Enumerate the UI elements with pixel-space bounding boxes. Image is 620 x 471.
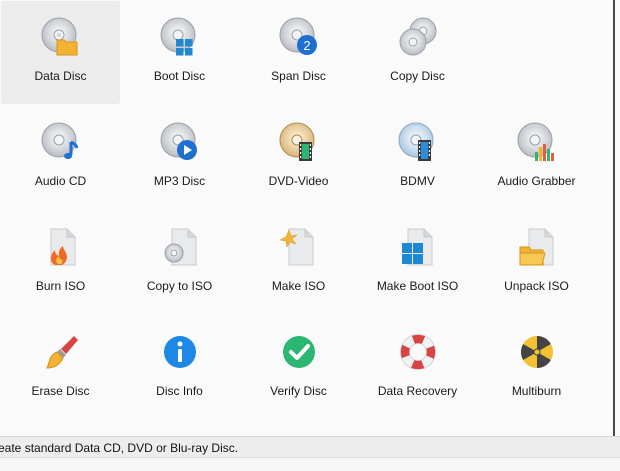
tile-label: Burn ISO [35,279,86,293]
tile-dvd-video[interactable]: DVD-Video [239,106,358,209]
multiburn-icon [517,332,557,372]
boot-disc-icon [160,17,200,57]
tile-label: Data Disc [34,69,87,83]
mp3-disc-icon [160,122,200,162]
tile-label: DVD-Video [268,174,329,188]
bdmv-icon [398,122,438,162]
tile-burn-iso[interactable]: Burn ISO [1,211,120,314]
disc-info-icon [160,332,200,372]
status-bar: eate standard Data CD, DVD or Blu-ray Di… [0,436,620,471]
tile-span-disc[interactable]: 2 Span Disc [239,1,358,104]
audio-grabber-icon [517,122,557,162]
tile-label: Verify Disc [270,384,327,398]
tile-data-disc[interactable]: Data Disc [1,1,120,104]
task-grid: Data Disc Boot Disc 2 Span Disc Copy Dis… [0,0,612,436]
tile-audio-grabber[interactable]: Audio Grabber [477,106,596,209]
tile-disc-info[interactable]: Disc Info [120,316,239,419]
unpack-iso-icon [517,227,557,267]
tile-unpack-iso[interactable]: Unpack ISO [477,211,596,314]
tile-label: Span Disc [271,69,326,83]
tile-boot-disc[interactable]: Boot Disc [120,1,239,104]
data-recovery-icon [398,332,438,372]
tile-multiburn[interactable]: Multiburn [477,316,596,419]
tile-make-boot-iso[interactable]: Make Boot ISO [358,211,477,314]
tile-label: Copy Disc [390,69,445,83]
tile-label: Erase Disc [31,384,90,398]
vertical-scrollbar-edge[interactable] [613,0,620,436]
tile-label: Multiburn [511,384,562,398]
copy-disc-icon [398,17,438,57]
make-iso-icon [278,227,319,267]
tile-label: Make Boot ISO [376,279,459,293]
tile-label: Data Recovery [377,384,458,398]
tile-label: Make ISO [271,279,326,293]
tile-copy-to-iso[interactable]: Copy to ISO [120,211,239,314]
make-boot-iso-icon [398,227,438,267]
tile-label: MP3 Disc [153,174,206,188]
tile-copy-disc[interactable]: Copy Disc [358,1,477,104]
tile-verify-disc[interactable]: Verify Disc [239,316,358,419]
tile-label: Audio CD [34,174,87,188]
dvd-video-icon [279,122,319,162]
burn-iso-icon [41,227,81,267]
tile-mp3-disc[interactable]: MP3 Disc [120,106,239,209]
tile-label: Disc Info [156,384,203,398]
tile-label: Audio Grabber [497,174,576,188]
verify-disc-icon [279,332,319,372]
tile-label: Copy to ISO [146,279,213,293]
tile-bdmv[interactable]: BDMV [358,106,477,209]
copy-to-iso-icon [160,227,200,267]
data-disc-icon [41,17,81,57]
tile-label: BDMV [400,174,435,188]
tile-label: Unpack ISO [504,279,569,293]
audio-cd-icon [41,122,81,162]
status-text: eate standard Data CD, DVD or Blu-ray Di… [0,441,239,455]
tile-label: Boot Disc [153,69,206,83]
tile-audio-cd[interactable]: Audio CD [1,106,120,209]
tile-erase-disc[interactable]: Erase Disc [1,316,120,419]
span-disc-icon: 2 [279,17,319,57]
tile-make-iso[interactable]: Make ISO [239,211,358,314]
erase-disc-icon [41,332,81,372]
tile-data-recovery[interactable]: Data Recovery [358,316,477,419]
span-badge: 2 [303,38,310,53]
